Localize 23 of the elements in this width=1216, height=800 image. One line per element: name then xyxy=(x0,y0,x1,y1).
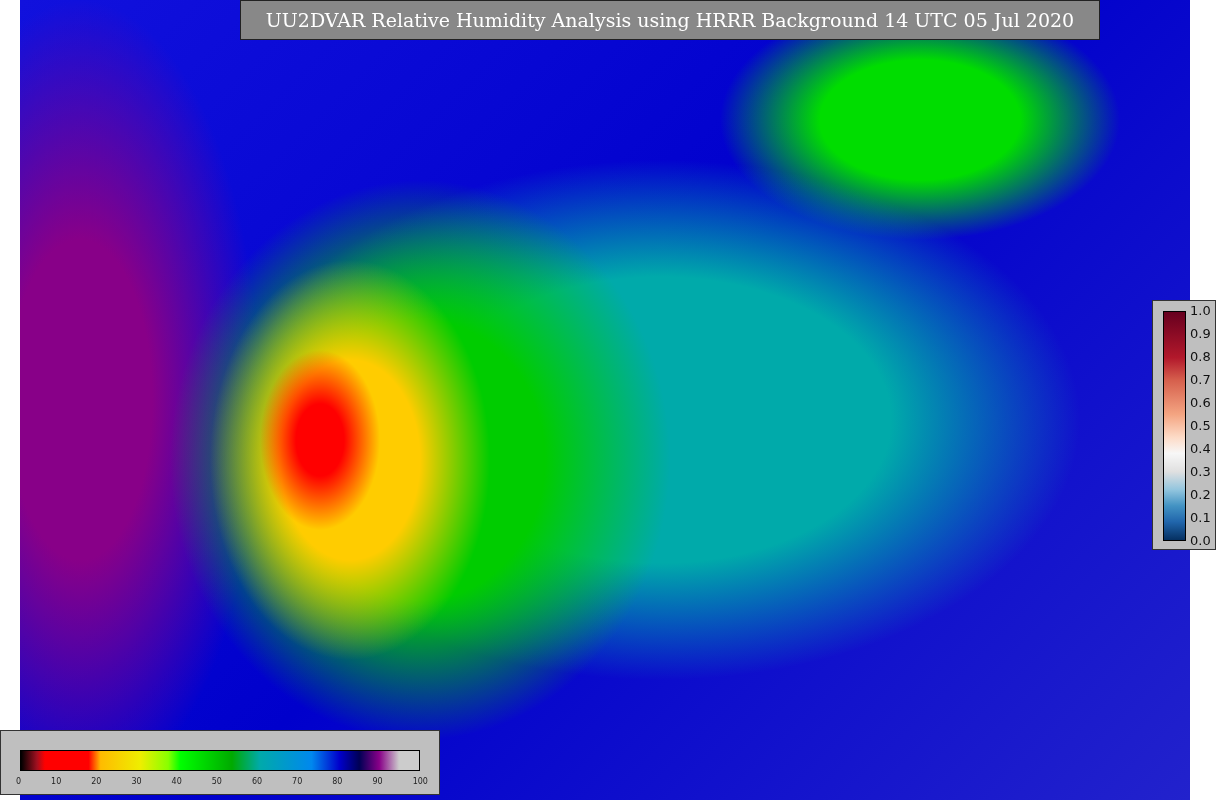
scale-tick-label: 0 xyxy=(16,777,22,786)
scale-tick-label: 50 xyxy=(211,777,222,786)
scale-tick-label: 100 xyxy=(412,777,428,786)
scale-tick-label: 30 xyxy=(131,777,142,786)
scale-tick-label: 0.5 xyxy=(1190,418,1211,434)
scale-tick-label: 70 xyxy=(292,777,303,786)
scale-tick-label: 0.9 xyxy=(1190,326,1211,342)
scale-tick-label: 10 xyxy=(51,777,62,786)
scale-tick-label: 0.0 xyxy=(1190,533,1211,549)
scale-tick-label: 20 xyxy=(91,777,102,786)
scale-tick-label: 0.3 xyxy=(1190,464,1211,480)
scale-tick-label: 0.7 xyxy=(1190,372,1211,388)
scale-tick-label: 0.4 xyxy=(1190,441,1211,457)
scale-tick-label: 80 xyxy=(332,777,343,786)
map-title: UU2DVAR Relative Humidity Analysis using HRRR Background 14 UTC 05 Jul 2020 xyxy=(240,0,1100,40)
scale-tick-label: 0.2 xyxy=(1190,487,1211,503)
scale-tick-label: 40 xyxy=(171,777,182,786)
scale-tick-label: 60 xyxy=(251,777,263,786)
scale-tick-label: 0.8 xyxy=(1190,349,1211,365)
scale-tick-label: 90 xyxy=(372,777,383,786)
scale-tick-label: 0.1 xyxy=(1190,510,1211,526)
scale-tick-label: 1.0 xyxy=(1190,303,1211,319)
scale-tick-label: 0.6 xyxy=(1190,395,1211,411)
